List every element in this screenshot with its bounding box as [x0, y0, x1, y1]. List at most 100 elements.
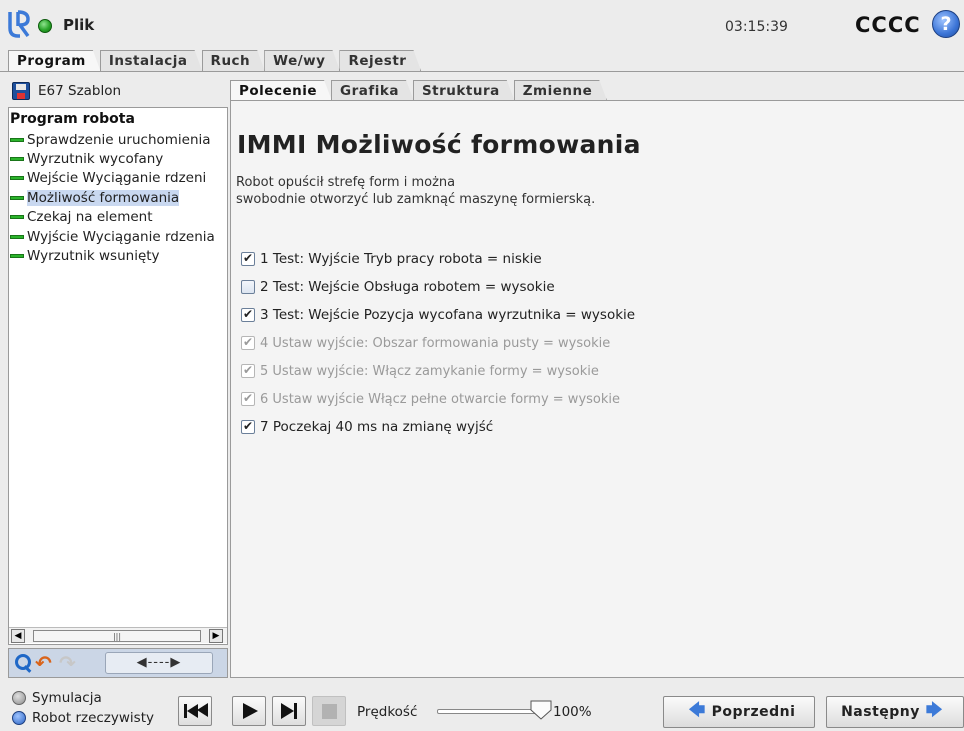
speed-value: 100%: [553, 704, 592, 720]
check-row-disabled: 4 Ustaw wyjście: Obszar formowania pusty…: [241, 329, 635, 357]
tab-divider: [0, 71, 964, 72]
mode-simulation-label: Symulacja: [32, 690, 102, 706]
sub-tabs: Polecenie Grafika Struktura Zmienne: [230, 80, 606, 101]
tab-graphics[interactable]: Grafika: [331, 80, 414, 101]
checkbox[interactable]: [241, 307, 255, 322]
node-icon: [10, 176, 24, 181]
check-row-disabled: 6 Ustaw wyjście Włącz pełne otwarcie for…: [241, 385, 635, 413]
check-label: 5 Ustaw wyjście: Włącz zamykanie formy =…: [260, 363, 599, 379]
play-button[interactable]: [232, 696, 266, 726]
speed-label: Prędkość: [357, 704, 418, 720]
node-icon: [10, 157, 24, 162]
tree-item[interactable]: Wyrzutnik wycofany: [10, 149, 227, 168]
tree-toolbar: ↶ ↷ ◀----▶: [8, 648, 228, 678]
checkbox[interactable]: [241, 280, 255, 294]
tree-item[interactable]: Wyjście Wyciąganie rdzenia: [10, 227, 227, 246]
check-label: 2 Test: Wejście Obsługa robotem = wysoki…: [260, 279, 555, 295]
tree-item[interactable]: Wejście Wyciąganie rdzeni: [10, 169, 227, 188]
radio-icon[interactable]: [12, 711, 26, 725]
page-title: IMMI Możliwość formowania: [237, 130, 641, 159]
previous-button[interactable]: 🡄 Poprzedni: [663, 696, 815, 728]
next-label: Następny: [841, 704, 920, 720]
tree-root[interactable]: Program robota: [10, 111, 135, 127]
program-name: E67 Szablon: [38, 83, 122, 99]
search-icon[interactable]: [13, 652, 33, 674]
check-label: 7 Poczekaj 40 ms na zmianę wyjść: [260, 419, 494, 435]
main-tabs: Program Instalacja Ruch We/wy Rejestr: [8, 50, 420, 72]
step-button[interactable]: [272, 696, 306, 726]
checkbox[interactable]: [241, 251, 255, 266]
program-header: E67 Szablon: [8, 79, 228, 105]
move-node-button[interactable]: ◀----▶: [105, 652, 213, 674]
checkbox: [241, 363, 255, 378]
rewind-icon: [197, 703, 208, 717]
previous-label: Poprzedni: [711, 704, 796, 720]
file-menu[interactable]: Plik: [63, 16, 94, 34]
tab-move[interactable]: Ruch: [202, 50, 266, 72]
check-row[interactable]: 3 Test: Wejście Pozycja wycofana wyrzutn…: [241, 301, 635, 329]
stop-button: [312, 696, 346, 726]
tree-list: Sprawdzenie uruchomienia Wyrzutnik wycof…: [10, 130, 227, 266]
scroll-right-icon[interactable]: ▶: [209, 629, 223, 643]
check-row-disabled: 5 Ustaw wyjście: Włącz zamykanie formy =…: [241, 357, 635, 385]
command-panel: IMMI Możliwość formowania Robot opuścił …: [230, 100, 964, 678]
node-icon: [10, 254, 24, 259]
tree-horizontal-scrollbar[interactable]: ◀ ||| ▶: [9, 627, 227, 643]
mode-real-label: Robot rzeczywisty: [32, 710, 154, 726]
tree-item-label: Możliwość formowania: [27, 189, 180, 206]
checkbox: [241, 391, 255, 406]
tab-command[interactable]: Polecenie: [230, 80, 332, 101]
tree-item-label: Czekaj na element: [27, 209, 153, 226]
check-row[interactable]: 2 Test: Wejście Obsługa robotem = wysoki…: [241, 273, 635, 301]
check-row[interactable]: 7 Poczekaj 40 ms na zmianę wyjść: [241, 413, 635, 441]
redo-icon[interactable]: ↷: [59, 652, 81, 674]
checkbox[interactable]: [241, 419, 255, 434]
checkbox: [241, 335, 255, 350]
save-icon[interactable]: [12, 82, 30, 100]
description-line: Robot opuścił strefę form i można: [236, 175, 456, 190]
tab-variables[interactable]: Zmienne: [514, 80, 608, 101]
radio-icon[interactable]: [12, 691, 26, 705]
node-icon: [10, 215, 24, 220]
robot-status-icon: [38, 19, 52, 33]
check-label: 3 Test: Wejście Pozycja wycofana wyrzutn…: [260, 307, 636, 323]
description-line: swobodnie otworzyć lub zamknąć maszynę f…: [236, 192, 596, 207]
description: Robot opuścił strefę form i można swobod…: [236, 174, 595, 208]
tree-item-label: Wejście Wyciąganie rdzeni: [27, 170, 207, 187]
top-bar: Plik 03:15:39 CCCC ?: [0, 0, 964, 48]
next-button[interactable]: Następny 🡆: [826, 696, 964, 728]
ur-logo-icon: [8, 10, 30, 38]
help-icon[interactable]: ?: [932, 10, 960, 38]
tree-item-label: Wyrzutnik wsunięty: [27, 248, 160, 265]
mode-real-robot[interactable]: Robot rzeczywisty: [12, 710, 154, 726]
tree-item[interactable]: Sprawdzenie uruchomienia: [10, 130, 227, 149]
scroll-left-icon[interactable]: ◀: [11, 629, 25, 643]
tree-item-label: Wyrzutnik wycofany: [27, 151, 164, 168]
tree-item[interactable]: Wyrzutnik wsunięty: [10, 246, 227, 265]
tree-item[interactable]: Czekaj na element: [10, 208, 227, 227]
tab-installation[interactable]: Instalacja: [100, 50, 203, 72]
mode-simulation[interactable]: Symulacja: [12, 690, 102, 706]
node-icon: [10, 195, 24, 200]
scroll-thumb[interactable]: |||: [33, 630, 201, 642]
check-label: 1 Test: Wyjście Tryb pracy robota = nisk…: [260, 251, 542, 267]
tree-item-selected[interactable]: Możliwość formowania: [10, 188, 227, 207]
arrow-right-icon: 🡆: [925, 699, 943, 719]
tab-program[interactable]: Program: [8, 50, 101, 72]
check-label: 6 Ustaw wyjście Włącz pełne otwarcie for…: [260, 391, 621, 407]
tab-io[interactable]: We/wy: [264, 50, 340, 72]
node-icon: [10, 137, 24, 142]
robot-name: CCCC: [855, 13, 921, 37]
tab-log[interactable]: Rejestr: [339, 50, 421, 72]
clock: 03:15:39: [725, 19, 788, 35]
speed-slider[interactable]: [437, 709, 537, 714]
tab-structure[interactable]: Struktura: [413, 80, 515, 101]
undo-icon[interactable]: ↶: [35, 652, 57, 674]
tree-item-label: Wyjście Wyciąganie rdzenia: [27, 228, 215, 245]
node-icon: [10, 234, 24, 239]
check-row[interactable]: 1 Test: Wyjście Tryb pracy robota = nisk…: [241, 245, 635, 273]
check-list: 1 Test: Wyjście Tryb pracy robota = nisk…: [241, 245, 635, 441]
tree-item-label: Sprawdzenie uruchomienia: [27, 131, 211, 148]
speed-slider-thumb[interactable]: [530, 700, 552, 720]
check-label: 4 Ustaw wyjście: Obszar formowania pusty…: [260, 335, 611, 351]
